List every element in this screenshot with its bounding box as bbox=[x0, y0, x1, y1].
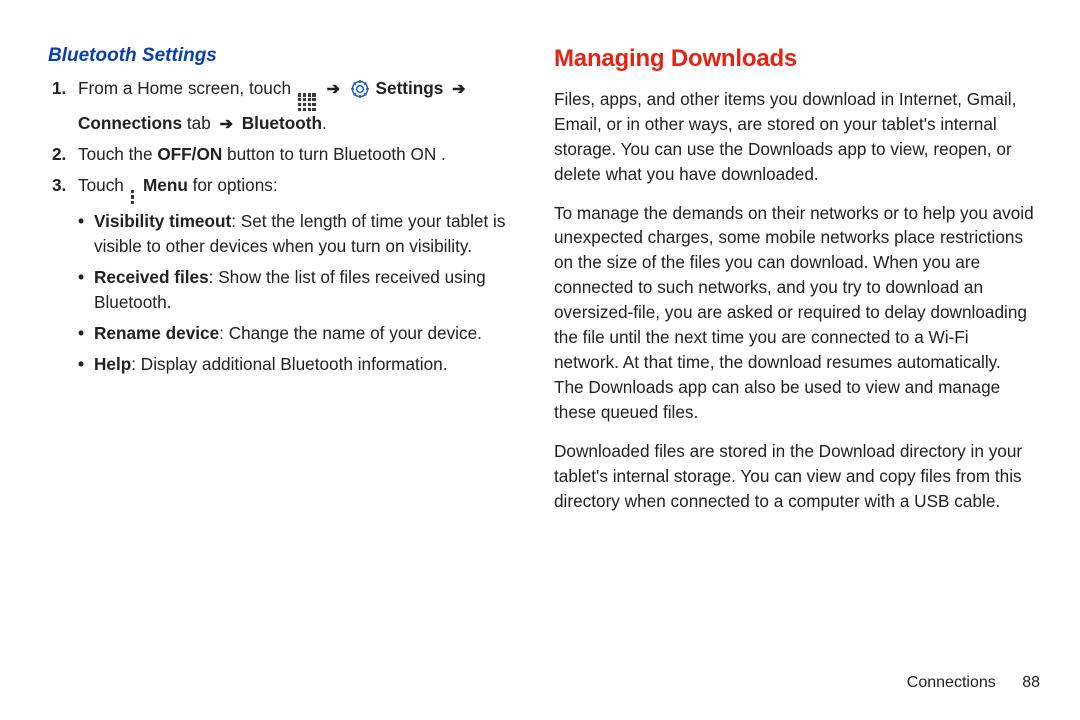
step-3: 3. Touch Menu for options: Visibility ti… bbox=[52, 173, 518, 383]
footer-page-number: 88 bbox=[1022, 674, 1040, 691]
settings-gear-icon bbox=[351, 80, 369, 98]
step-number: 1. bbox=[52, 76, 78, 137]
step-2: 2. Touch the OFF/ON button to turn Bluet… bbox=[52, 142, 518, 167]
step2-post: button to turn Bluetooth ON . bbox=[227, 144, 446, 164]
option-visibility-timeout: Visibility timeout: Set the length of ti… bbox=[78, 209, 518, 259]
opt-text: : Change the name of your device. bbox=[219, 323, 482, 343]
downloads-para-2: To manage the demands on their networks … bbox=[554, 201, 1034, 425]
page-body: Bluetooth Settings 1. From a Home screen… bbox=[0, 0, 1080, 528]
step-1: 1. From a Home screen, touch ➔ Settings … bbox=[52, 76, 518, 137]
opt-label: Received files bbox=[94, 267, 209, 287]
arrow-icon: ➔ bbox=[452, 78, 465, 101]
opt-label: Visibility timeout bbox=[94, 211, 231, 231]
menu-dots-icon bbox=[131, 189, 135, 206]
step2-offon: OFF/ON bbox=[157, 144, 222, 164]
downloads-para-3: Downloaded files are stored in the Downl… bbox=[554, 439, 1034, 514]
step2-pre: Touch the bbox=[78, 144, 153, 164]
downloads-para-1: Files, apps, and other items you downloa… bbox=[554, 87, 1034, 187]
bluetooth-settings-heading: Bluetooth Settings bbox=[48, 42, 518, 70]
right-column: Managing Downloads Files, apps, and othe… bbox=[554, 42, 1034, 528]
step1-period: . bbox=[322, 113, 327, 133]
step3-menu: Menu bbox=[143, 175, 188, 195]
options-list: Visibility timeout: Set the length of ti… bbox=[78, 209, 518, 377]
step-number: 2. bbox=[52, 142, 78, 167]
option-help: Help: Display additional Bluetooth infor… bbox=[78, 352, 518, 377]
apps-grid-icon bbox=[298, 93, 316, 111]
option-rename-device: Rename device: Change the name of your d… bbox=[78, 321, 518, 346]
left-column: Bluetooth Settings 1. From a Home screen… bbox=[48, 42, 518, 528]
step1-bluetooth: Bluetooth bbox=[242, 113, 322, 133]
page-footer: Connections 88 bbox=[907, 671, 1040, 694]
opt-label: Help bbox=[94, 354, 131, 374]
step3-post: for options: bbox=[193, 175, 278, 195]
step1-connections: Connections bbox=[78, 113, 182, 133]
opt-label: Rename device bbox=[94, 323, 219, 343]
arrow-icon: ➔ bbox=[220, 113, 233, 136]
footer-section: Connections bbox=[907, 674, 996, 691]
steps-list: 1. From a Home screen, touch ➔ Settings … bbox=[52, 76, 518, 383]
step1-pre: From a Home screen, touch bbox=[78, 78, 291, 98]
step-body: Touch the OFF/ON button to turn Bluetoot… bbox=[78, 142, 518, 167]
step1-tab-word: tab bbox=[187, 113, 211, 133]
option-received-files: Received files: Show the list of files r… bbox=[78, 265, 518, 315]
step-body: From a Home screen, touch ➔ Settings ➔ C… bbox=[78, 76, 518, 137]
managing-downloads-heading: Managing Downloads bbox=[554, 42, 1034, 77]
arrow-icon: ➔ bbox=[327, 78, 340, 101]
step-body: Touch Menu for options: Visibility timeo… bbox=[78, 173, 518, 383]
step-number: 3. bbox=[52, 173, 78, 383]
step1-settings: Settings bbox=[376, 78, 444, 98]
opt-text: : Display additional Bluetooth informati… bbox=[131, 354, 447, 374]
step3-pre: Touch bbox=[78, 175, 124, 195]
